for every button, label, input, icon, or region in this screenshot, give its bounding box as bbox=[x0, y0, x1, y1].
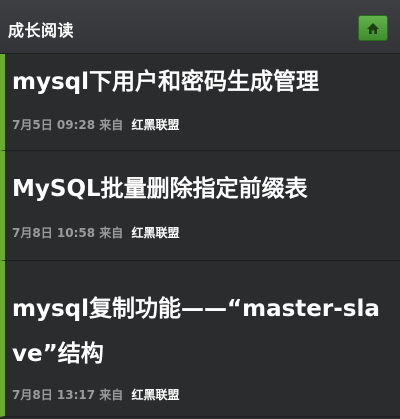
article-title[interactable]: mysql复制功能——“master-slave”结构 bbox=[12, 287, 394, 377]
article-title[interactable]: MySQL批量删除指定前缀表 bbox=[12, 167, 394, 212]
list-item[interactable]: mysql下用户和密码生成管理 7月5日 09:28 来自 红黑联盟 bbox=[0, 54, 400, 151]
article-title[interactable]: mysql下用户和密码生成管理 bbox=[12, 60, 394, 105]
app-header: 成长阅读 bbox=[0, 0, 400, 54]
article-source: 红黑联盟 bbox=[131, 388, 180, 402]
page-title: 成长阅读 bbox=[8, 21, 75, 40]
article-meta: 7月8日 10:58 来自 红黑联盟 bbox=[12, 224, 179, 241]
article-list: mysql下用户和密码生成管理 7月5日 09:28 来自 红黑联盟 MySQL… bbox=[0, 54, 400, 417]
home-button[interactable] bbox=[358, 15, 388, 41]
article-date: 7月8日 13:17 bbox=[12, 388, 96, 402]
article-date: 7月8日 10:58 bbox=[12, 226, 96, 240]
list-item[interactable]: MySQL批量删除指定前缀表 7月8日 10:58 来自 红黑联盟 bbox=[0, 151, 400, 261]
article-from-label: 来自 bbox=[99, 226, 124, 240]
home-icon bbox=[367, 22, 379, 34]
article-date: 7月5日 09:28 bbox=[12, 118, 96, 132]
article-source: 红黑联盟 bbox=[131, 118, 180, 132]
article-source: 红黑联盟 bbox=[131, 226, 180, 240]
article-meta: 7月8日 13:17 来自 红黑联盟 bbox=[12, 386, 179, 403]
article-meta: 7月5日 09:28 来自 红黑联盟 bbox=[12, 116, 179, 133]
article-from-label: 来自 bbox=[99, 118, 124, 132]
list-item[interactable]: mysql复制功能——“master-slave”结构 7月8日 13:17 来… bbox=[0, 261, 400, 417]
article-from-label: 来自 bbox=[99, 388, 124, 402]
